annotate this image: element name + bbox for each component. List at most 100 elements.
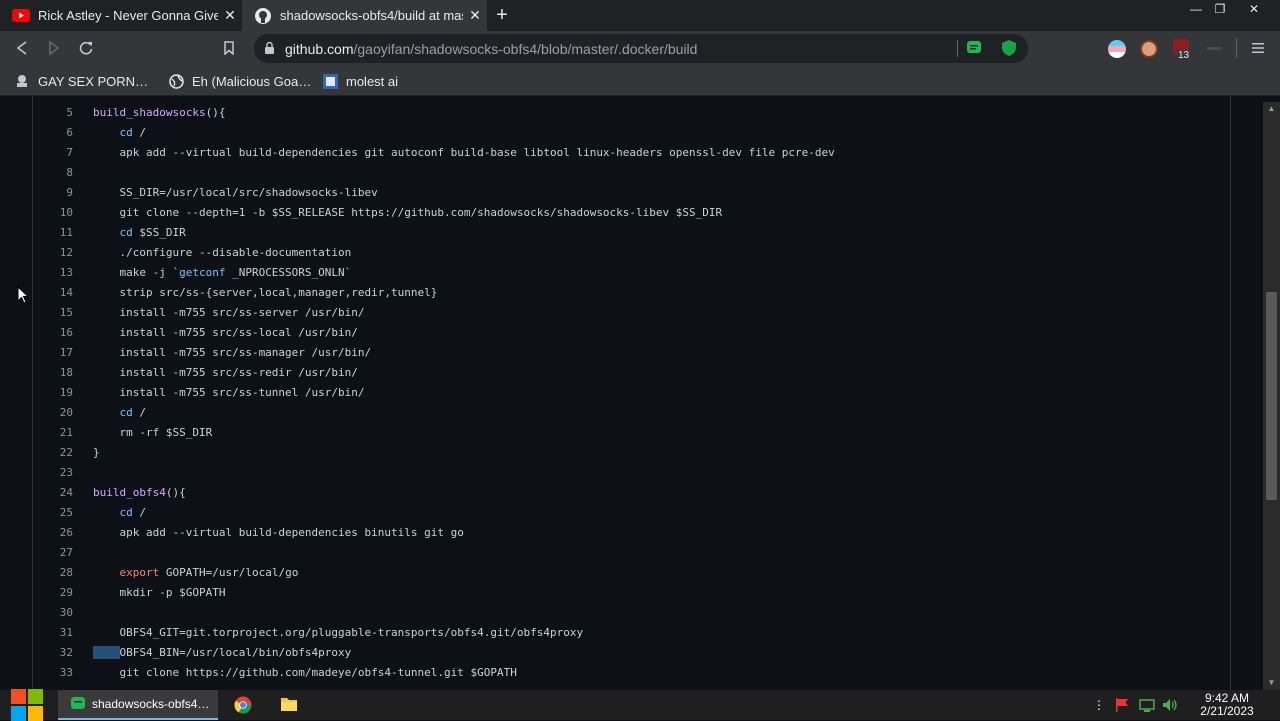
- line-number[interactable]: 15: [33, 303, 73, 323]
- line-number[interactable]: 27: [33, 543, 73, 563]
- code-text: mkdir -p $GOPATH: [93, 586, 226, 599]
- code-text: make -j `getconf _NPROCESSORS_ONLN`: [93, 266, 352, 279]
- code-line: 21 rm -rf $SS_DIR: [33, 423, 1213, 443]
- code-line: 10 git clone --depth=1 -b $SS_RELEASE ht…: [33, 203, 1213, 223]
- back-icon[interactable]: [11, 37, 33, 59]
- line-number[interactable]: 30: [33, 603, 73, 623]
- code-text: apk add --virtual build-dependencies git…: [93, 146, 835, 159]
- line-number[interactable]: 13: [33, 263, 73, 283]
- chat-extension-icon[interactable]: [966, 40, 982, 61]
- windows-start-icon[interactable]: [10, 689, 44, 721]
- scroll-up-icon[interactable]: ▲: [1263, 102, 1280, 116]
- code-text: git clone https://github.com/madeye/obfs…: [93, 666, 517, 679]
- restore-icon[interactable]: ❐: [1205, 0, 1235, 18]
- line-number[interactable]: 28: [33, 563, 73, 583]
- line-number[interactable]: 25: [33, 503, 73, 523]
- tab-title: Rick Astley - Never Gonna Give: [38, 8, 218, 23]
- more-icon[interactable]: ⋮: [1091, 697, 1107, 713]
- scrollbar-thumb[interactable]: [1266, 292, 1277, 500]
- close-icon[interactable]: ✕: [218, 7, 242, 24]
- line-number[interactable]: 17: [33, 343, 73, 363]
- code-line: 24 build_obfs4(){: [33, 483, 1213, 503]
- line-number[interactable]: 26: [33, 523, 73, 543]
- shield-icon[interactable]: [1002, 40, 1016, 61]
- page-scrollbar[interactable]: ▲ ▼: [1263, 102, 1280, 690]
- bookmark-item[interactable]: Eh (Malicious Goa…: [168, 72, 311, 90]
- code-text: ./configure --disable-documentation: [93, 246, 352, 259]
- code-line: 19 install -m755 src/ss-tunnel /usr/bin/: [33, 383, 1213, 403]
- bookmark-label: molest ai: [346, 73, 399, 89]
- line-number[interactable]: 33: [33, 663, 73, 683]
- tab-youtube[interactable]: Rick Astley - Never Gonna Give ✕: [0, 0, 242, 31]
- line-number[interactable]: 20: [33, 403, 73, 423]
- line-number[interactable]: 22: [33, 443, 73, 463]
- reload-icon[interactable]: [75, 37, 97, 59]
- bookmark-icon: [322, 73, 338, 89]
- close-icon[interactable]: ✕: [463, 7, 487, 24]
- taskbar-item-browser[interactable]: shadowsocks-obfs4…: [58, 690, 218, 720]
- line-number[interactable]: 5: [33, 103, 73, 123]
- file-explorer-icon[interactable]: [280, 696, 298, 714]
- code-viewer: 5 build_shadowsocks(){6 cd / 7 apk add --v…: [32, 96, 1231, 690]
- code-line: 12 ./configure --disable-documentation: [33, 243, 1213, 263]
- code-line: 9 SS_DIR=/usr/local/src/shadowsocks-libe…: [33, 183, 1213, 203]
- code-line: 8: [33, 163, 1213, 183]
- code-line: 14 strip src/ss-{server,local,manager,re…: [33, 283, 1213, 303]
- line-number[interactable]: 7: [33, 143, 73, 163]
- github-icon: [254, 7, 272, 25]
- line-number[interactable]: 29: [33, 583, 73, 603]
- line-number[interactable]: 24: [33, 483, 73, 503]
- flag-icon[interactable]: [1114, 697, 1130, 713]
- code-text: rm -rf $SS_DIR: [93, 426, 213, 439]
- bookmark-item[interactable]: molest ai: [322, 72, 398, 90]
- code-text: cd /: [119, 126, 147, 139]
- bookmark-item[interactable]: GAY SEX PORN…: [14, 72, 148, 90]
- line-number[interactable]: 12: [33, 243, 73, 263]
- toolbar-divider: [1236, 38, 1237, 58]
- line-number[interactable]: 23: [33, 463, 73, 483]
- scroll-down-icon[interactable]: ▼: [1263, 676, 1280, 690]
- code-text: cd /: [119, 406, 147, 419]
- system-clock[interactable]: 9:42 AM 2/21/2023: [1192, 692, 1262, 718]
- flag-extension-icon[interactable]: [1108, 40, 1126, 58]
- code-line: 5 build_shadowsocks(){: [33, 103, 1213, 123]
- line-number[interactable]: 14: [33, 283, 73, 303]
- line-number[interactable]: 31: [33, 623, 73, 643]
- menu-icon[interactable]: [1247, 37, 1269, 59]
- new-tab-button[interactable]: +: [490, 3, 514, 27]
- url-path: /gaoyifan/shadowsocks-obfs4/blob/master/…: [353, 41, 698, 57]
- line-number[interactable]: 11: [33, 223, 73, 243]
- tab-title: shadowsocks-obfs4/build at mas: [280, 8, 463, 23]
- chat-extension-icon: [70, 696, 86, 712]
- code-line: 25 cd /: [33, 503, 1213, 523]
- chrome-icon[interactable]: [234, 696, 252, 714]
- code-text: cd /: [119, 506, 147, 519]
- address-bar[interactable]: github.com/gaoyifan/shadowsocks-obfs4/bl…: [254, 34, 1028, 63]
- bookmark-star-icon[interactable]: [218, 37, 240, 59]
- line-number[interactable]: 9: [33, 183, 73, 203]
- code-text: }: [93, 446, 100, 459]
- avatar[interactable]: [1140, 40, 1158, 58]
- tab-github[interactable]: shadowsocks-obfs4/build at mas ✕: [242, 0, 487, 31]
- line-number[interactable]: 10: [33, 203, 73, 223]
- url-host: github.com: [285, 41, 354, 57]
- github-file-view: 5 build_shadowsocks(){6 cd / 7 apk add --v…: [0, 96, 1280, 690]
- line-number[interactable]: 32: [33, 643, 73, 663]
- code-line: 29 mkdir -p $GOPATH: [33, 583, 1213, 603]
- line-number[interactable]: 6: [33, 123, 73, 143]
- extension-icon[interactable]: [1207, 47, 1221, 50]
- line-number[interactable]: 16: [33, 323, 73, 343]
- volume-icon[interactable]: [1162, 697, 1178, 713]
- line-number[interactable]: 18: [33, 363, 73, 383]
- code-line: 28 export GOPATH=/usr/local/go: [33, 563, 1213, 583]
- line-number[interactable]: 8: [33, 163, 73, 183]
- youtube-icon: [12, 7, 30, 25]
- network-icon[interactable]: [1139, 697, 1155, 713]
- globe-icon: [168, 73, 184, 89]
- line-number[interactable]: 19: [33, 383, 73, 403]
- forward-icon[interactable]: [43, 37, 65, 59]
- code-line: 22}: [33, 443, 1213, 463]
- close-window-icon[interactable]: ✕: [1239, 0, 1269, 18]
- line-number[interactable]: 21: [33, 423, 73, 443]
- code-text: OBFS4_BIN=/usr/local/bin/obfs4proxy: [93, 643, 351, 663]
